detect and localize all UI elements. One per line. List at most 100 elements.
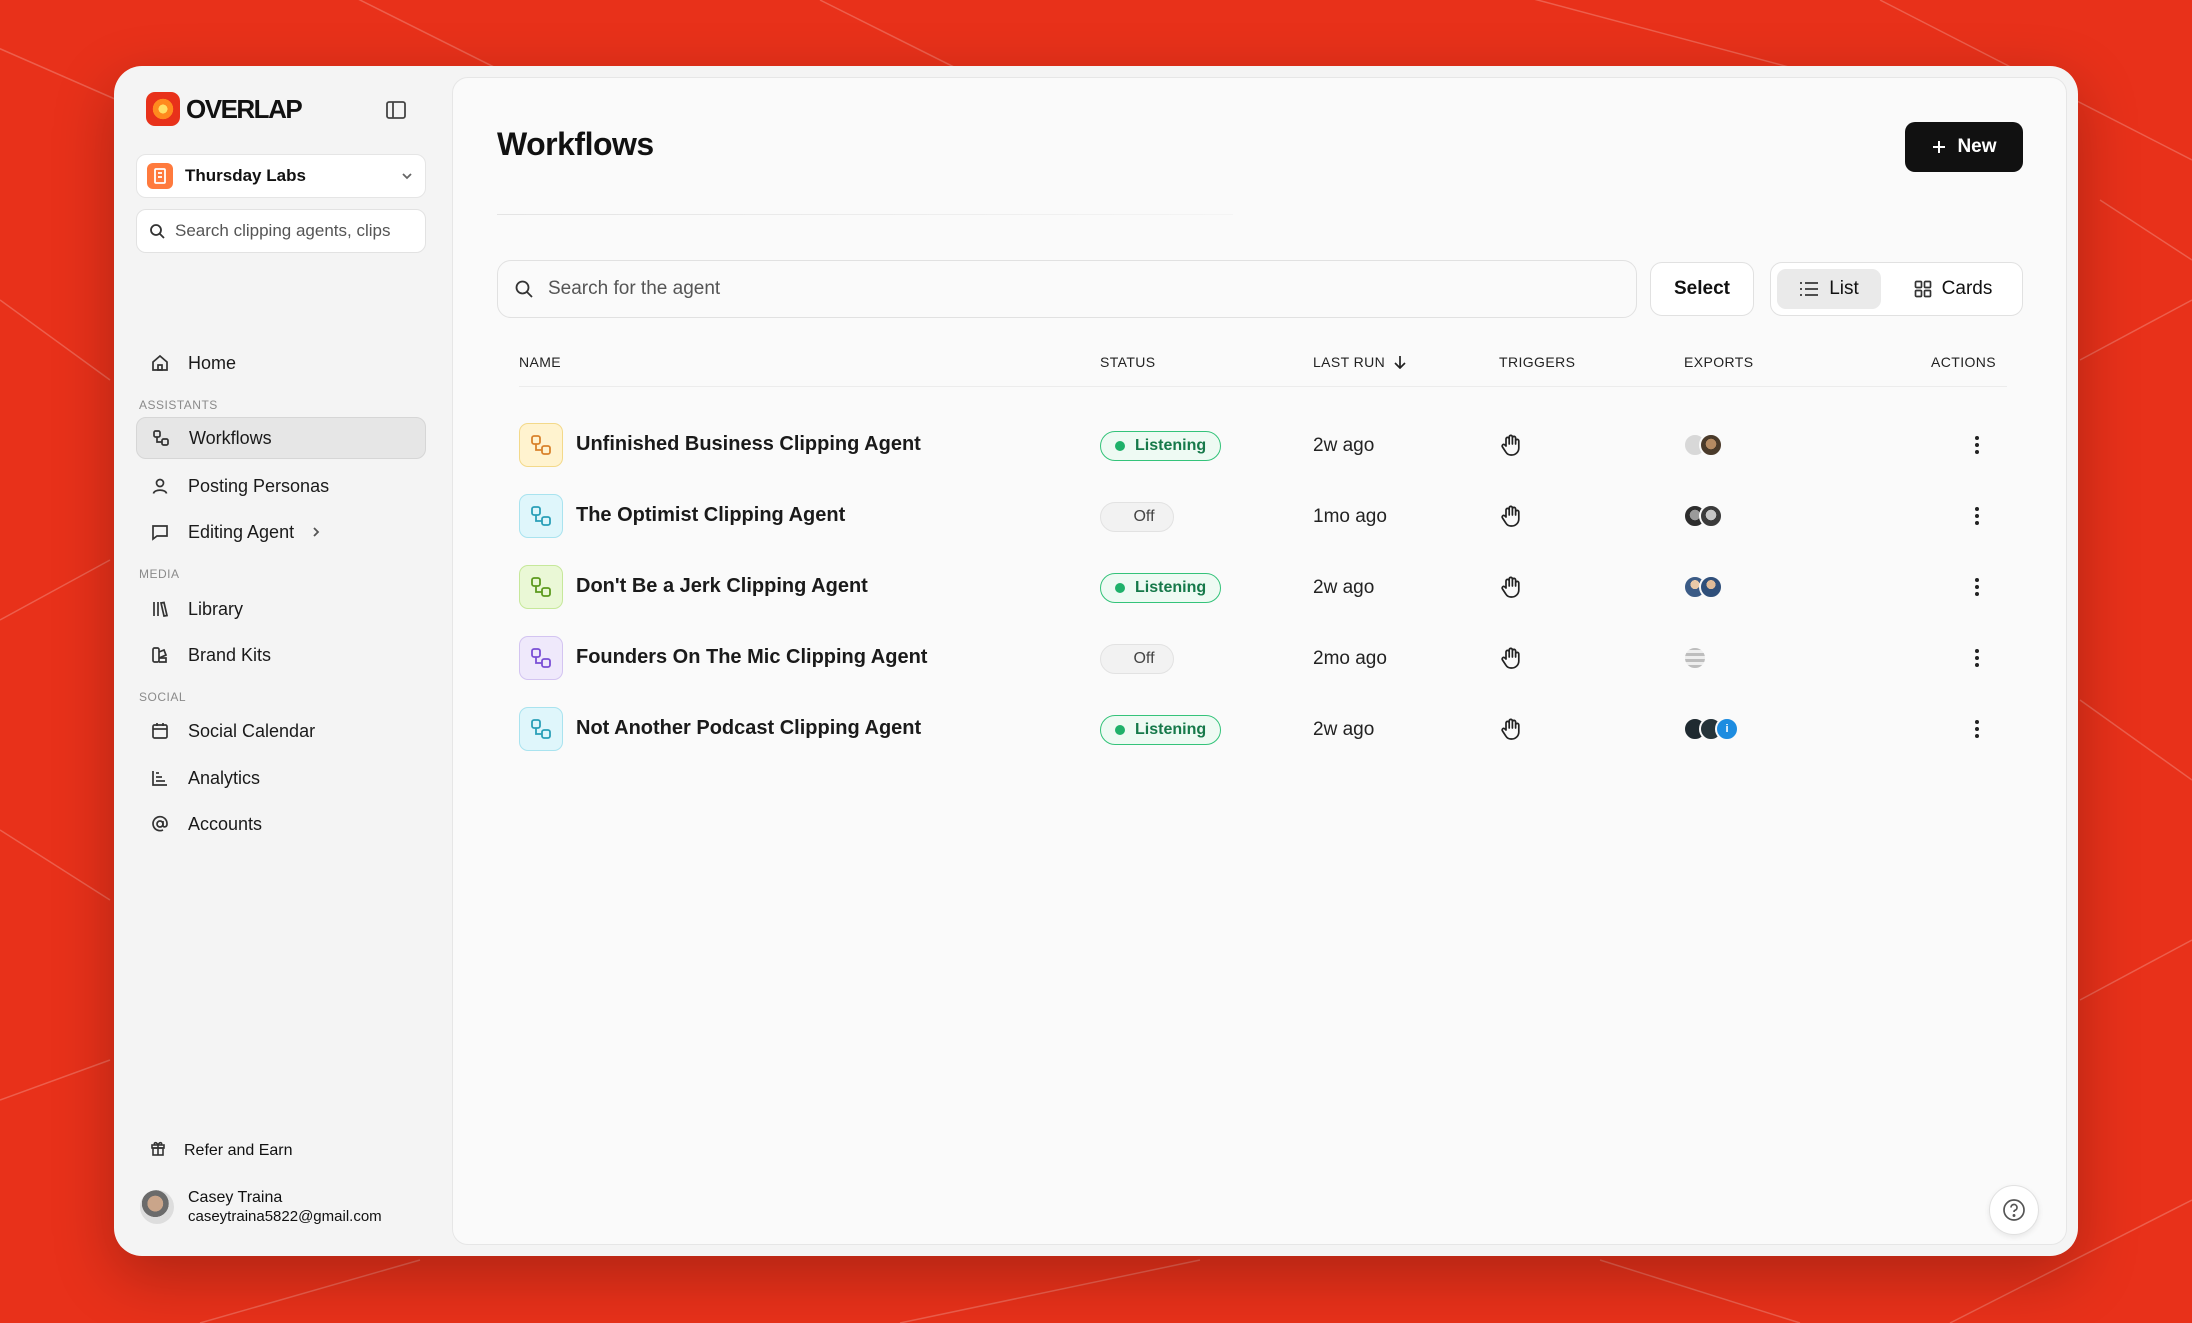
status-dot [1115,583,1125,593]
last-run: 2mo ago [1313,648,1387,669]
more-actions-icon[interactable] [1963,644,1991,672]
more-actions-icon[interactable] [1963,715,1991,743]
sidebar-item-analytics[interactable]: Analytics [136,757,426,799]
agent-search-input[interactable]: Search for the agent [497,260,1637,318]
sidebar-item-accounts[interactable]: Accounts [136,803,426,845]
column-header-label: LAST RUN [1313,354,1386,370]
more-actions-icon[interactable] [1963,431,1991,459]
new-workflow-button[interactable]: New [1905,122,2023,172]
table-row[interactable]: Founders On The Mic Clipping Agent Off 2… [453,628,2068,688]
home-icon [150,353,170,373]
table-row[interactable]: Unfinished Business Clipping Agent Liste… [453,415,2068,475]
user-profile[interactable]: Casey Traina caseytraina5822@gmail.com [140,1188,382,1226]
export-avatar [1699,504,1723,528]
agent-name[interactable]: Unfinished Business Clipping Agent [576,433,921,456]
cards-view-button[interactable]: Cards [1889,269,2017,309]
last-run: 2w ago [1313,435,1375,456]
table-row[interactable]: Don't Be a Jerk Clipping Agent Listening… [453,557,2068,617]
help-button[interactable] [1989,1185,2039,1235]
list-view-button[interactable]: List [1777,269,1881,309]
sidebar-item-label: Workflows [189,427,272,448]
agent-name[interactable]: Founders On The Mic Clipping Agent [576,646,927,669]
status-label: Listening [1135,721,1207,738]
workflow-icon [519,707,563,751]
sidebar-item-editing-agent[interactable]: Editing Agent [136,511,426,553]
column-header-last-run[interactable]: LAST RUN [1313,354,1407,370]
sidebar-item-label: Analytics [188,767,261,788]
status-dot [1115,725,1125,735]
sidebar-item-label: Social Calendar [188,720,316,741]
main-panel: Workflows New Search for the agent Selec… [452,77,2067,1245]
status-badge: Listening [1100,573,1222,603]
cards-view-label: Cards [1941,278,1993,299]
exports-avatars [1683,433,1723,457]
hand-icon [1498,503,1524,529]
workspace-switcher[interactable]: Thursday Labs [136,154,426,198]
more-actions-icon[interactable] [1963,573,1991,601]
hand-icon [1498,645,1524,671]
hand-icon [1498,432,1524,458]
exports-avatars [1683,504,1723,528]
table-row[interactable]: Not Another Podcast Clipping Agent Liste… [453,699,2068,759]
select-button[interactable]: Select [1650,262,1754,316]
table-row[interactable]: The Optimist Clipping Agent Off 1mo ago [453,486,2068,546]
status-label: Listening [1135,579,1207,596]
search-icon [150,224,165,239]
sidebar-item-label: Library [188,598,244,619]
agent-name[interactable]: The Optimist Clipping Agent [576,504,845,527]
status-badge: Off [1100,644,1174,674]
brand-name: OVERLAP [186,93,303,124]
chevron-down-icon [402,173,412,180]
hand-icon [1498,716,1524,742]
status-label: Off [1133,650,1155,667]
export-avatar [1699,575,1723,599]
sidebar-item-social-calendar[interactable]: Social Calendar [136,710,426,752]
column-header-exports: EXPORTS [1684,354,1754,370]
status-label: Listening [1135,437,1207,454]
chart-icon [150,768,170,788]
column-header-status: STATUS [1100,354,1156,370]
view-toggle: List Cards [1770,262,2023,316]
refer-and-earn-link[interactable]: Refer and Earn [150,1140,293,1161]
palette-icon [150,645,170,665]
sidebar-item-label: Home [188,352,237,373]
logo-icon [146,92,180,126]
agent-name[interactable]: Don't Be a Jerk Clipping Agent [576,575,868,598]
status-label: Off [1133,508,1155,525]
sidebar-item-brand-kits[interactable]: Brand Kits [136,634,426,676]
search-icon [515,280,533,298]
divider [519,386,2007,387]
divider [497,214,1233,215]
calendar-icon [150,721,170,741]
hand-icon [1498,574,1524,600]
new-button-label: New [1957,136,1997,157]
section-label-social: SOCIAL [139,690,187,704]
workflow-icon [519,423,563,467]
more-actions-icon[interactable] [1963,502,1991,530]
refer-label: Refer and Earn [184,1141,293,1159]
page-title: Workflows [497,126,654,162]
status-badge: Off [1100,502,1174,532]
agent-search-placeholder: Search for the agent [548,278,721,299]
chevron-right-icon [313,527,320,537]
sidebar-item-home[interactable]: Home [136,342,426,384]
user-email: caseytraina5822@gmail.com [188,1208,382,1225]
section-label-media: MEDIA [139,567,180,581]
workspace-name: Thursday Labs [185,166,306,185]
sidebar: OVERLAP Thursday Labs Search clipping ag… [114,66,452,1256]
sidebar-item-label: Posting Personas [188,475,330,496]
column-header-name: NAME [519,354,562,370]
column-header-triggers: TRIGGERS [1499,354,1576,370]
agent-name[interactable]: Not Another Podcast Clipping Agent [576,717,921,740]
list-icon [1800,282,1819,296]
sidebar-item-posting-personas[interactable]: Posting Personas [136,465,426,507]
sidebar-item-library[interactable]: Library [136,588,426,630]
sidebar-search-input[interactable]: Search clipping agents, clips [136,209,426,253]
plus-icon [1933,141,1946,153]
workflow-icon [151,428,171,448]
workflow-icon [519,494,563,538]
sidebar-toggle-icon[interactable] [384,98,408,122]
brand-logo[interactable]: OVERLAP [146,92,303,126]
list-view-label: List [1829,278,1859,299]
sidebar-item-workflows[interactable]: Workflows [136,417,426,459]
